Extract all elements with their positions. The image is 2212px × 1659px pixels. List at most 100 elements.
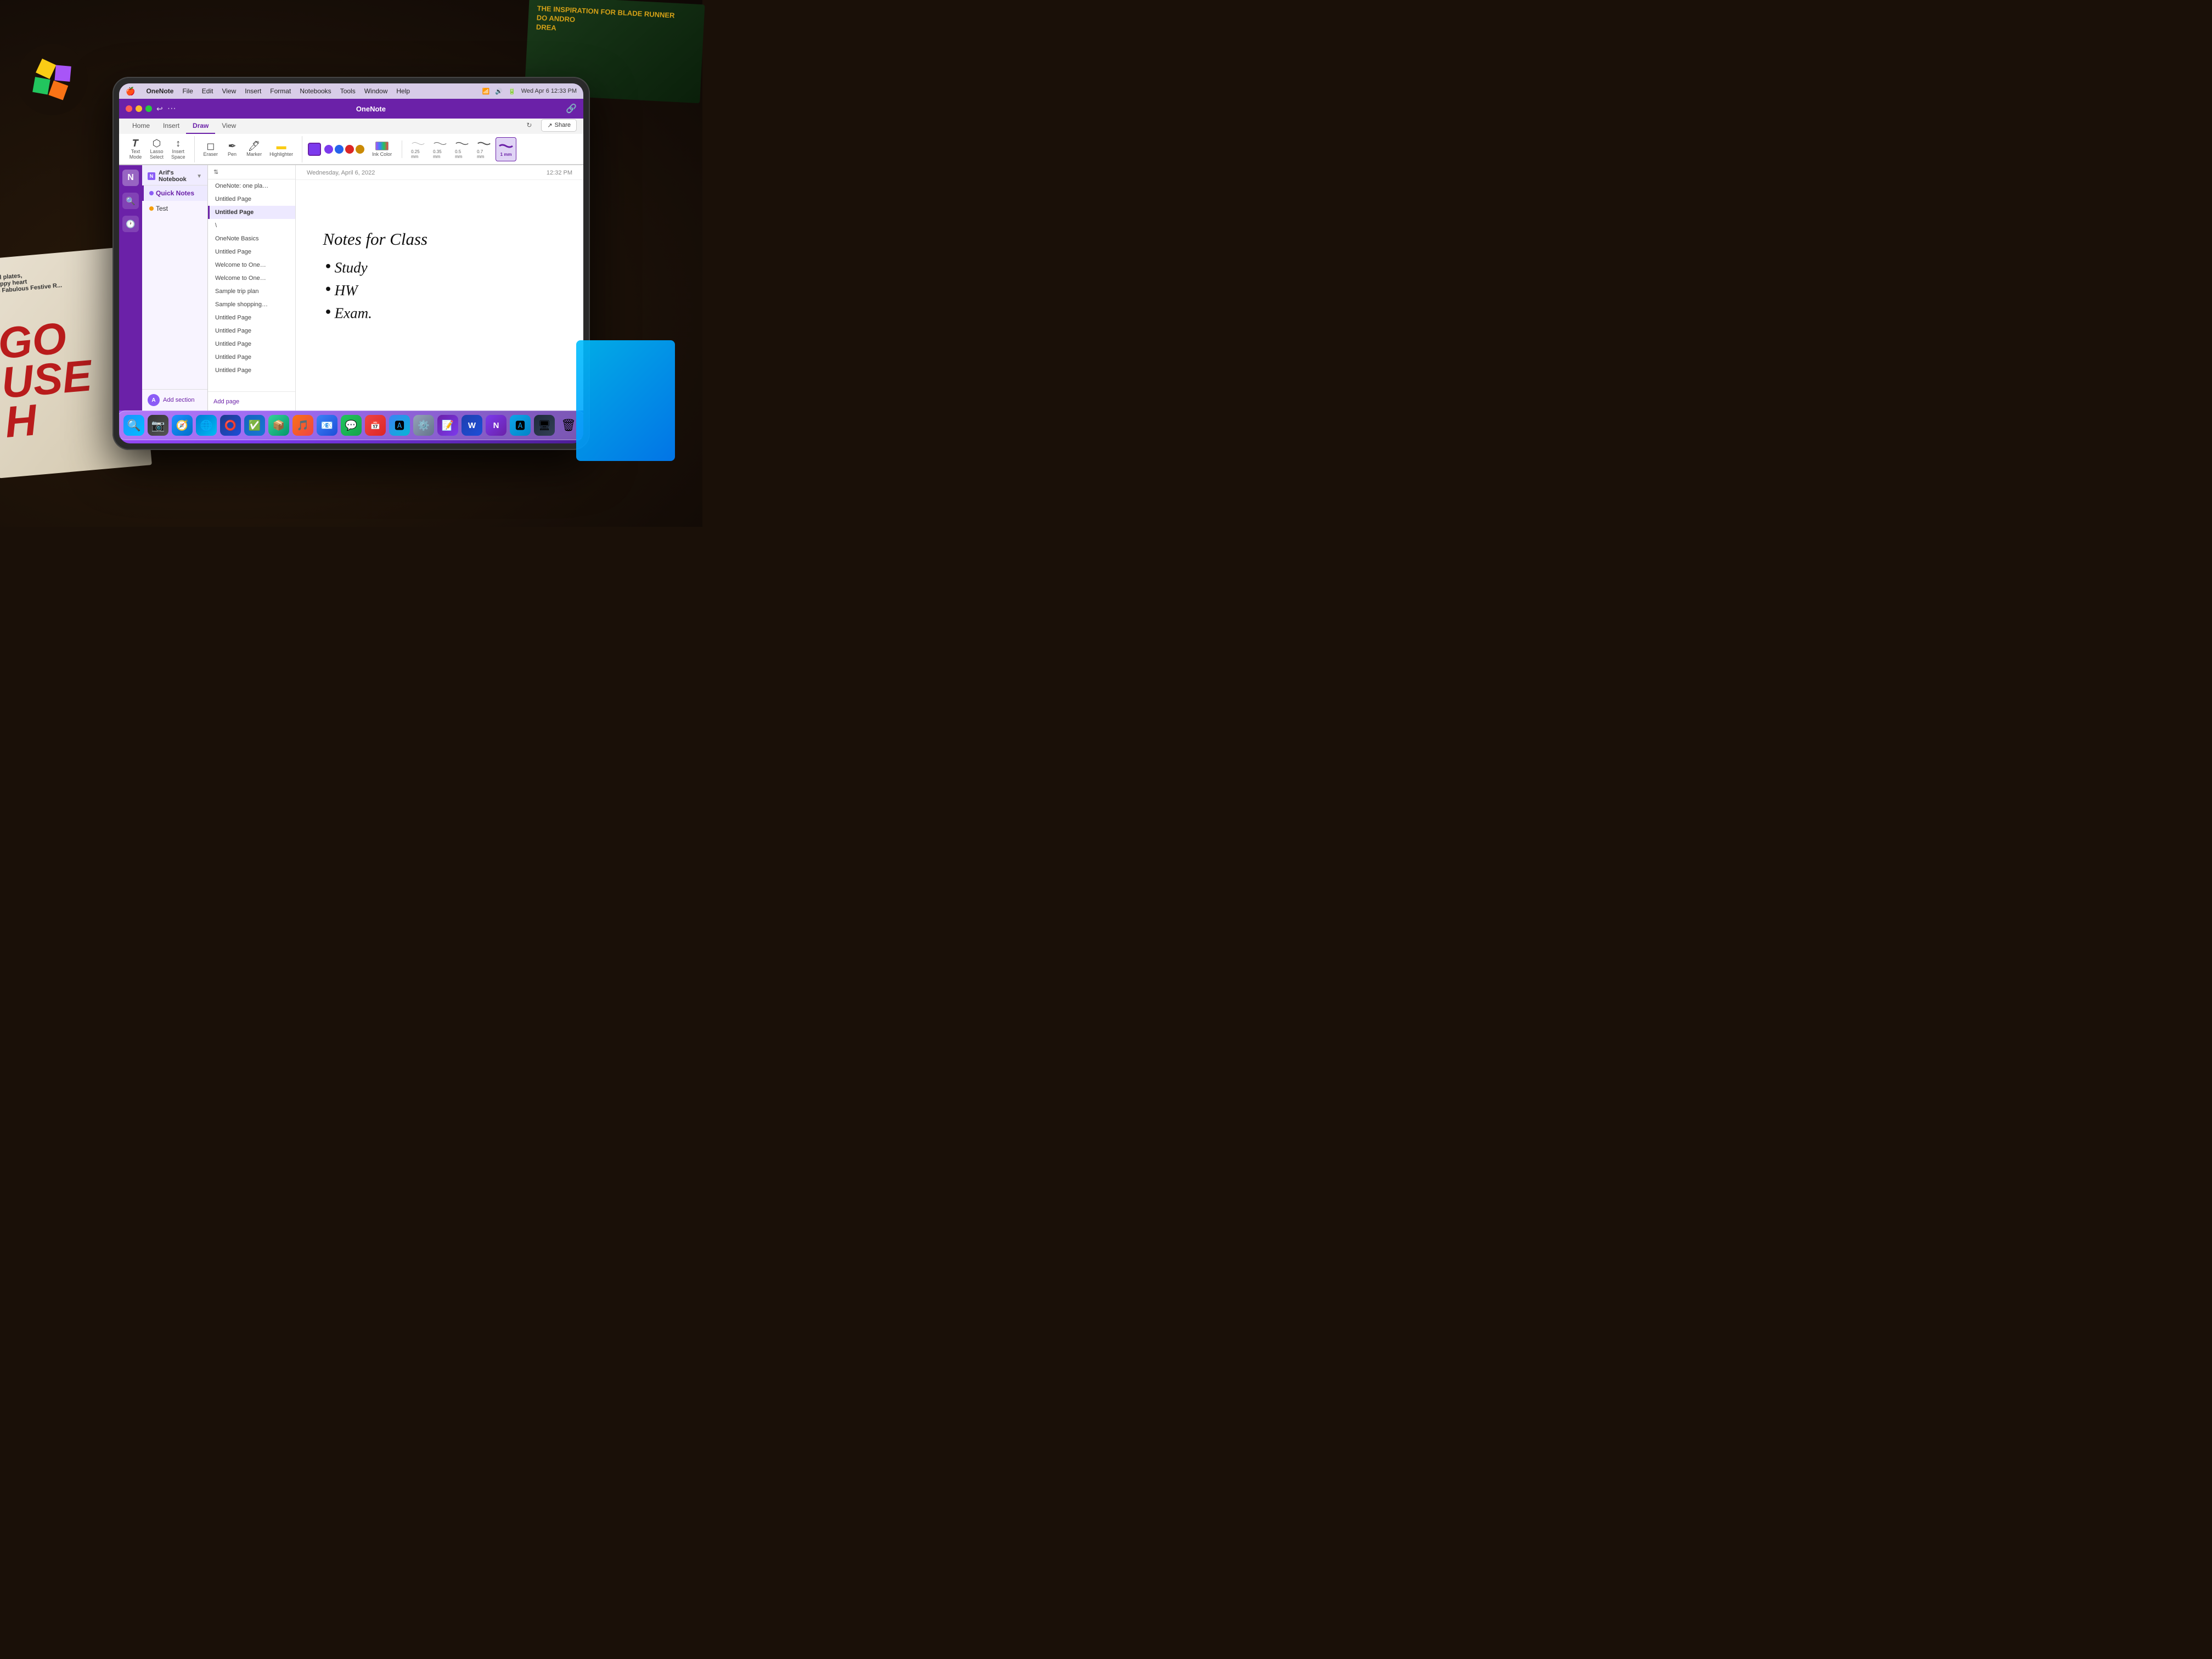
edit-menu[interactable]: Edit	[202, 87, 213, 95]
page-item-11[interactable]: Untitled Page	[208, 324, 295, 338]
stroke-0-35mm[interactable]: 0.35 mm	[430, 137, 451, 161]
dock-remote[interactable]: 🖥	[533, 414, 555, 436]
stroke-0-25mm[interactable]: 0.25 mm	[408, 137, 429, 161]
recent-button[interactable]: 🕐	[122, 216, 139, 232]
section-label-quick-notes: Quick Notes	[156, 189, 194, 197]
page-item-12[interactable]: Untitled Page	[208, 338, 295, 351]
tab-insert[interactable]: Insert	[156, 119, 186, 134]
dock-translate[interactable]: 🅰	[509, 414, 531, 436]
battery-icon: 🔋	[508, 88, 516, 95]
dock-music[interactable]: 🎵	[292, 414, 314, 436]
color-red[interactable]	[345, 145, 354, 154]
dock-calendar[interactable]: 📅	[364, 414, 386, 436]
dock-messages[interactable]: 💬	[340, 414, 362, 436]
notebook-sync-button[interactable]: ↻	[521, 117, 537, 133]
tab-draw[interactable]: Draw	[186, 119, 215, 134]
dock-prefs[interactable]: ⚙️	[413, 414, 435, 436]
tools-menu[interactable]: Tools	[340, 87, 356, 95]
page-item-7[interactable]: Welcome to One…	[208, 272, 295, 285]
dock-onenote[interactable]: N	[485, 414, 507, 436]
format-menu[interactable]: Format	[270, 87, 291, 95]
eraser-icon: ◻	[206, 141, 215, 151]
drawing-tools-group: ◻ Eraser ✒ Pen 🖊 Marker ▬	[200, 136, 303, 162]
page-item-8[interactable]: Sample trip plan	[208, 285, 295, 298]
tab-view[interactable]: View	[215, 119, 243, 134]
highlighter-button[interactable]: ▬ Highlighter	[266, 137, 296, 161]
note-area[interactable]: Wednesday, April 6, 2022 12:32 PM Notes …	[296, 165, 583, 410]
section-item-test[interactable]: Test	[142, 201, 207, 216]
page-item-2[interactable]: Untitled Page	[208, 206, 295, 219]
close-window-button[interactable]	[126, 105, 132, 112]
section-item-quick-notes[interactable]: Quick Notes	[142, 185, 207, 201]
insert-space-icon: ↕	[176, 138, 181, 148]
page-item-3[interactable]: \	[208, 219, 295, 232]
page-item-14[interactable]: Untitled Page	[208, 364, 295, 377]
dock-appstore[interactable]: 🅰	[389, 414, 410, 436]
color-yellow[interactable]	[356, 145, 364, 154]
dock-finder[interactable]: 🔍	[123, 414, 145, 436]
eraser-button[interactable]: ◻ Eraser	[200, 137, 222, 161]
page-item-13[interactable]: Untitled Page	[208, 351, 295, 364]
notebooks-menu[interactable]: Notebooks	[300, 87, 331, 95]
insert-menu[interactable]: Insert	[245, 87, 261, 95]
dock-system[interactable]: 📦	[268, 414, 290, 436]
stroke-0-5mm[interactable]: 0.5 mm	[452, 137, 472, 161]
page-item-6[interactable]: Welcome to One…	[208, 258, 295, 272]
help-menu[interactable]: Help	[396, 87, 410, 95]
pages-sort-icon[interactable]: ⇅	[213, 168, 218, 176]
stroke-size-label-1: 0.35 mm	[433, 149, 447, 159]
tab-home[interactable]: Home	[126, 119, 156, 134]
apple-menu[interactable]: 🍎	[126, 87, 135, 96]
dock-edge[interactable]: 🌐	[195, 414, 217, 436]
stroke-1mm[interactable]: 1 mm	[496, 137, 516, 161]
app-name-menu[interactable]: OneNote	[146, 87, 173, 95]
note-line-hw: HW	[334, 282, 359, 299]
color-purple[interactable]	[324, 145, 333, 154]
page-item-1[interactable]: Untitled Page	[208, 193, 295, 206]
maximize-window-button[interactable]	[145, 105, 152, 112]
dock-word[interactable]: W	[461, 414, 483, 436]
dock-teams[interactable]: 📝	[437, 414, 459, 436]
pages-list: OneNote: one pla… Untitled Page Untitled…	[208, 179, 295, 391]
ribbon-content: 𝑻 TextMode ⬡ LassoSelect ↕ InsertSpace	[119, 134, 583, 165]
pen-button[interactable]: ✒ Pen	[222, 137, 242, 161]
dock-photos[interactable]: 📷	[147, 414, 169, 436]
minimize-window-button[interactable]	[136, 105, 142, 112]
color-size-group: Ink Color	[308, 140, 402, 158]
page-item-5[interactable]: Untitled Page	[208, 245, 295, 258]
marker-button[interactable]: 🖊 Marker	[243, 137, 265, 161]
color-blue[interactable]	[335, 145, 344, 154]
add-page-link[interactable]: Add page	[213, 398, 239, 405]
page-item-4[interactable]: OneNote Basics	[208, 232, 295, 245]
note-content[interactable]: Notes for Class Study HW Exam.	[296, 180, 583, 410]
file-menu[interactable]: File	[182, 87, 193, 95]
undo-button[interactable]: ↩	[156, 104, 163, 114]
section-dot-test	[149, 206, 154, 211]
window-menu[interactable]: Window	[364, 87, 388, 95]
dock-safari[interactable]: 🧭	[171, 414, 193, 436]
page-item-9[interactable]: Sample shopping…	[208, 298, 295, 311]
view-menu[interactable]: View	[222, 87, 236, 95]
ribbon-tabs: Home Insert Draw View ↻ ↗	[119, 119, 583, 134]
dock-todo[interactable]: ✅	[244, 414, 266, 436]
page-item-10[interactable]: Untitled Page	[208, 311, 295, 324]
notebook-icon[interactable]: N	[122, 170, 139, 186]
more-options-button[interactable]: ···	[167, 104, 176, 114]
share-button[interactable]: ↗ Share	[541, 119, 577, 132]
search-button[interactable]: 🔍	[122, 193, 139, 209]
notebook-expand-icon[interactable]: ▼	[196, 173, 202, 179]
notebook-color-icon: N	[148, 172, 155, 180]
insert-space-button[interactable]: ↕ InsertSpace	[168, 137, 189, 161]
stroke-0-7mm[interactable]: 0.7 mm	[474, 137, 494, 161]
add-section-link[interactable]: Add section	[163, 397, 202, 403]
lasso-select-button[interactable]: ⬡ LassoSelect	[147, 137, 167, 161]
text-mode-button[interactable]: 𝑻 TextMode	[126, 137, 145, 161]
dock-onenote-tasks[interactable]: ⭕	[219, 414, 241, 436]
lasso-icon: ⬡	[153, 138, 161, 148]
tablet: 🍎 OneNote File Edit View Insert Format N…	[112, 77, 590, 450]
active-color-swatch[interactable]	[308, 143, 321, 156]
page-item-0[interactable]: OneNote: one pla…	[208, 179, 295, 193]
dock-mail[interactable]: 📧	[316, 414, 338, 436]
color-palette	[324, 145, 364, 154]
ink-color-button[interactable]: Ink Color	[368, 140, 396, 158]
